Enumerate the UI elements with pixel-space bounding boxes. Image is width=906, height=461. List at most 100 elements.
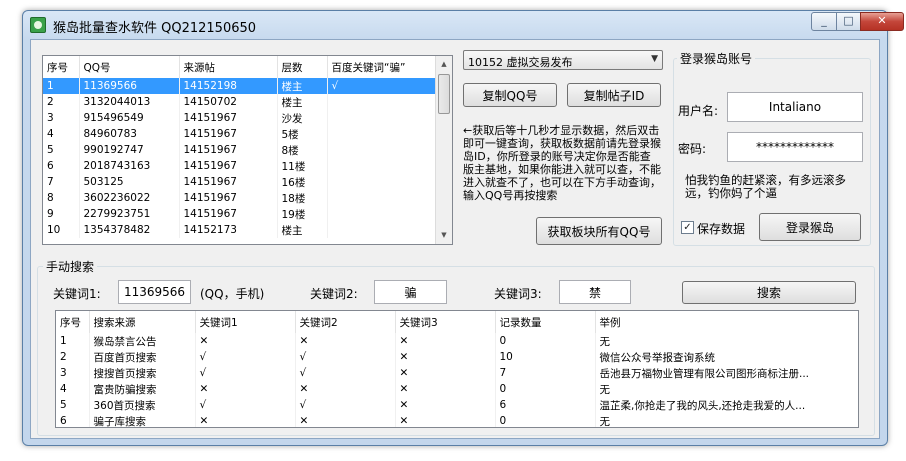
- results-table-row[interactable]: 1 猴岛禁言公告 ✕ ✕ ✕ 0 无: [56, 333, 858, 349]
- app-window: 猴岛批量查水软件 QQ212150650 _ □ ✕ 序号 QQ号 来源帖 层数…: [22, 10, 904, 446]
- copy-post-id-button[interactable]: 复制帖子ID: [567, 83, 661, 107]
- table-cell: 14151967: [179, 158, 278, 174]
- post-table-row[interactable]: 3 915496549 14151967 沙发: [43, 110, 438, 126]
- copy-qq-button[interactable]: 复制QQ号: [463, 83, 557, 107]
- table-cell: 无: [595, 381, 858, 397]
- column-header[interactable]: 搜索来源: [89, 311, 196, 333]
- table-cell: 7: [495, 365, 596, 381]
- login-button[interactable]: 登录猴岛: [759, 213, 861, 241]
- table-cell: 14150702: [179, 94, 278, 110]
- column-header[interactable]: 层数: [277, 56, 328, 78]
- table-cell: 14151967: [179, 174, 278, 190]
- save-data-label: 保存数据: [697, 222, 746, 236]
- login-note: 怕我钓鱼的赶紧滚，有多远滚多远，钓你妈了个逼: [685, 173, 846, 200]
- column-header[interactable]: 举例: [595, 311, 858, 333]
- post-list-scrollbar[interactable]: ▲ ▼: [435, 56, 452, 244]
- table-cell: ✕: [195, 381, 296, 397]
- post-table-row[interactable]: 4 84960783 14151967 5楼: [43, 126, 438, 142]
- post-table-row[interactable]: 9 2279923751 14151967 19楼: [43, 206, 438, 222]
- table-cell: 楼主: [277, 94, 328, 110]
- results-table-row[interactable]: 6 骗子库搜索 ✕ ✕ ✕ 0 无: [56, 413, 858, 427]
- board-select[interactable]: 10152 虚拟交易发布 ▼: [463, 50, 663, 70]
- table-cell: ✕: [395, 333, 496, 349]
- results-table: 序号 搜索来源 关键词1 关键词2 关键词3 记录数量 举例 1 猴岛禁言公告 ✕ ✕…: [56, 311, 858, 427]
- table-cell: 温芷柔,你抢走了我的风头,还抢走我爱的人...: [595, 397, 858, 413]
- table-cell: 富贵防骗搜索: [89, 381, 196, 397]
- table-cell: ✕: [395, 365, 496, 381]
- table-cell: 3: [43, 110, 80, 126]
- column-header[interactable]: 百度关键词“骗”: [327, 56, 438, 78]
- table-cell: 14151967: [179, 110, 278, 126]
- post-table-row[interactable]: 6 2018743163 14151967 11楼: [43, 158, 438, 174]
- table-cell: [327, 206, 438, 222]
- post-table-row[interactable]: 10 1354378482 14152173 楼主: [43, 222, 438, 238]
- results-table-row[interactable]: 5 360首页搜索 √ √ ✕ 6 温芷柔,你抢走了我的风头,还抢走我爱的人...: [56, 397, 858, 413]
- results-table-row[interactable]: 4 富贵防骗搜索 ✕ ✕ ✕ 0 无: [56, 381, 858, 397]
- keyword1-input[interactable]: 11369566: [118, 280, 191, 304]
- post-list[interactable]: 序号 QQ号 来源帖 层数 百度关键词“骗” 1 11369566 14152198…: [42, 55, 453, 245]
- column-header[interactable]: 序号: [56, 311, 90, 333]
- table-cell: 11楼: [277, 158, 328, 174]
- maximize-button[interactable]: □: [836, 12, 861, 31]
- username-label: 用户名:: [678, 104, 719, 118]
- post-table-row[interactable]: 1 11369566 14152198 楼主 √: [43, 78, 438, 94]
- search-button[interactable]: 搜索: [682, 281, 856, 304]
- table-cell: √: [327, 78, 438, 94]
- table-cell: 14151967: [179, 206, 278, 222]
- results-table-row[interactable]: 3 搜搜首页搜索 √ √ ✕ 7 岳池县万福物业管理有限公司图形商标注册...: [56, 365, 858, 381]
- table-cell: 微信公众号举报查询系统: [595, 349, 858, 365]
- table-cell: 14151967: [179, 190, 278, 206]
- table-cell: [327, 142, 438, 158]
- table-cell: ✕: [395, 381, 496, 397]
- keyword1-hint: (QQ，手机): [200, 287, 265, 301]
- table-cell: 915496549: [79, 110, 180, 126]
- keyword2-input[interactable]: 骗: [374, 280, 447, 304]
- table-cell: 楼主: [277, 222, 328, 238]
- column-header[interactable]: QQ号: [79, 56, 180, 78]
- keyword1-label: 关键词1:: [53, 287, 101, 301]
- results-list[interactable]: 序号 搜索来源 关键词1 关键词2 关键词3 记录数量 举例 1 猴岛禁言公告 ✕ ✕…: [55, 310, 859, 428]
- table-cell: 1: [43, 78, 80, 94]
- table-cell: ✕: [395, 397, 496, 413]
- table-cell: 10: [495, 349, 596, 365]
- board-select-value: 10152 虚拟交易发布: [468, 56, 573, 69]
- table-cell: 3132044013: [79, 94, 180, 110]
- post-table-row[interactable]: 5 990192747 14151967 8楼: [43, 142, 438, 158]
- table-cell: 16楼: [277, 174, 328, 190]
- info-text: ←获取后等十几秒才显示数据，然后双击即可一键查询，获取板数据前请先登录猴岛ID，…: [463, 124, 661, 202]
- scroll-up-icon[interactable]: ▲: [436, 56, 452, 73]
- post-table-row[interactable]: 7 503125 14151967 16楼: [43, 174, 438, 190]
- column-header[interactable]: 来源帖: [179, 56, 278, 78]
- password-field[interactable]: *************: [727, 132, 863, 162]
- save-data-checkbox[interactable]: ✓: [681, 221, 694, 234]
- table-cell: [327, 222, 438, 238]
- table-cell: 14152198: [179, 78, 278, 94]
- window-title: 猴岛批量查水软件 QQ212150650: [53, 21, 257, 36]
- table-cell: 2018743163: [79, 158, 180, 174]
- chevron-down-icon: ▼: [651, 54, 658, 64]
- post-table-row[interactable]: 2 3132044013 14150702 楼主: [43, 94, 438, 110]
- table-cell: 无: [595, 413, 858, 427]
- table-cell: 360首页搜索: [89, 397, 196, 413]
- scroll-thumb[interactable]: [438, 74, 450, 114]
- close-button[interactable]: ✕: [860, 12, 904, 31]
- table-cell: 3602236022: [79, 190, 180, 206]
- main-panel: 序号 QQ号 来源帖 层数 百度关键词“骗” 1 11369566 14152198…: [30, 39, 880, 439]
- column-header[interactable]: 关键词1: [195, 311, 296, 333]
- column-header[interactable]: 序号: [43, 56, 80, 78]
- column-header[interactable]: 关键词3: [395, 311, 496, 333]
- scroll-down-icon[interactable]: ▼: [436, 227, 452, 244]
- username-field[interactable]: Intaliano: [727, 92, 863, 122]
- minimize-button[interactable]: _: [811, 12, 837, 31]
- fetch-all-qq-button[interactable]: 获取板块所有QQ号: [536, 217, 662, 245]
- table-cell: 14151967: [179, 142, 278, 158]
- table-cell: 14152173: [179, 222, 278, 238]
- title-bar: 猴岛批量查水软件 QQ212150650 _ □ ✕: [23, 11, 904, 39]
- column-header[interactable]: 关键词2: [295, 311, 396, 333]
- results-table-row[interactable]: 2 百度首页搜索 √ √ ✕ 10 微信公众号举报查询系统: [56, 349, 858, 365]
- table-cell: 4: [56, 381, 90, 397]
- post-table-row[interactable]: 8 3602236022 14151967 18楼: [43, 190, 438, 206]
- column-header[interactable]: 记录数量: [495, 311, 596, 333]
- table-cell: ✕: [195, 413, 296, 427]
- keyword3-input[interactable]: 禁: [559, 280, 631, 304]
